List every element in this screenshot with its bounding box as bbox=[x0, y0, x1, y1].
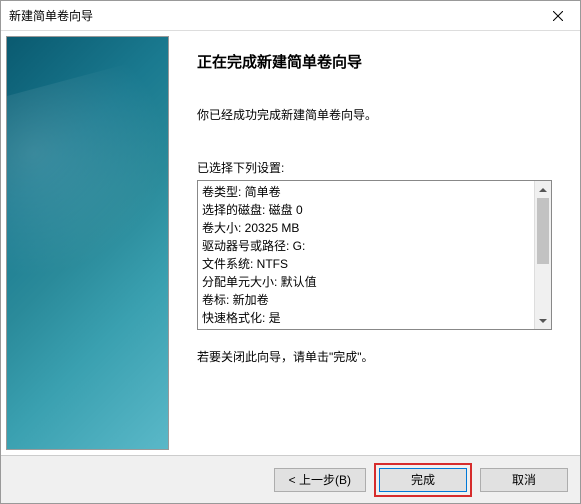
wizard-window: 新建简单卷向导 正在完成新建简单卷向导 你已经成功完成新建简单卷向导。 已选择下… bbox=[0, 0, 581, 504]
description-text: 你已经成功完成新建简单卷向导。 bbox=[197, 106, 552, 123]
cancel-button[interactable]: 取消 bbox=[480, 468, 568, 492]
wizard-sidebar-image bbox=[6, 36, 169, 450]
scroll-down-button[interactable] bbox=[535, 312, 551, 329]
settings-label: 已选择下列设置: bbox=[197, 159, 552, 176]
titlebar: 新建简单卷向导 bbox=[1, 1, 580, 31]
button-bar: < 上一步(B) 完成 取消 bbox=[1, 455, 580, 503]
scrollbar[interactable] bbox=[534, 181, 551, 329]
main-panel: 正在完成新建简单卷向导 你已经成功完成新建简单卷向导。 已选择下列设置: 卷类型… bbox=[169, 31, 580, 455]
settings-listbox[interactable]: 卷类型: 简单卷 选择的磁盘: 磁盘 0 卷大小: 20325 MB 驱动器号或… bbox=[197, 180, 552, 330]
page-heading: 正在完成新建简单卷向导 bbox=[197, 51, 552, 72]
scroll-track[interactable] bbox=[535, 198, 551, 312]
chevron-down-icon bbox=[539, 319, 547, 323]
finish-button[interactable]: 完成 bbox=[379, 468, 467, 492]
back-button[interactable]: < 上一步(B) bbox=[274, 468, 366, 492]
settings-content: 卷类型: 简单卷 选择的磁盘: 磁盘 0 卷大小: 20325 MB 驱动器号或… bbox=[198, 181, 534, 329]
content-area: 正在完成新建简单卷向导 你已经成功完成新建简单卷向导。 已选择下列设置: 卷类型… bbox=[1, 31, 580, 455]
scroll-up-button[interactable] bbox=[535, 181, 551, 198]
scroll-thumb[interactable] bbox=[537, 198, 549, 264]
finish-highlight: 完成 bbox=[374, 463, 472, 497]
close-button[interactable] bbox=[535, 1, 580, 30]
instruction-text: 若要关闭此向导，请单击"完成"。 bbox=[197, 348, 552, 365]
close-icon bbox=[553, 11, 563, 21]
window-title: 新建简单卷向导 bbox=[9, 7, 93, 24]
chevron-up-icon bbox=[539, 188, 547, 192]
